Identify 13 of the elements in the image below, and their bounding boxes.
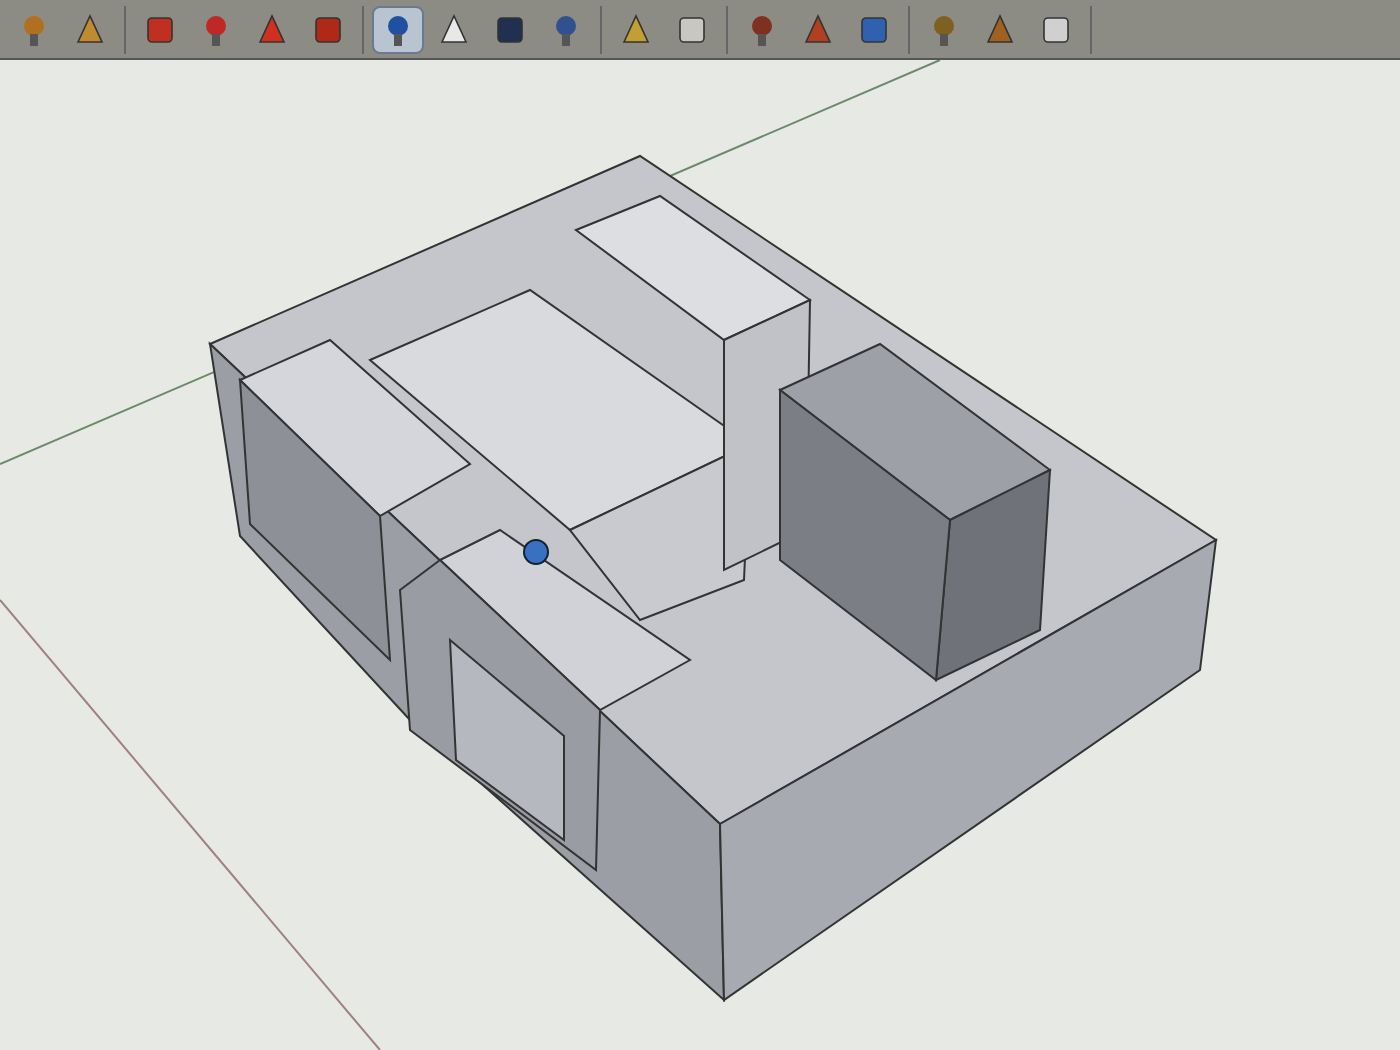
tool-icon (982, 11, 1018, 47)
tool-icon (674, 11, 710, 47)
toolbar-button[interactable] (372, 5, 424, 53)
tool-icon (1038, 11, 1074, 47)
tool-icon (142, 11, 178, 47)
tool-icon (856, 11, 892, 47)
tool-icon (72, 11, 108, 47)
tool-icon (310, 11, 346, 47)
tool-icon (492, 11, 528, 47)
tool-icon (436, 11, 472, 47)
tool-icon (618, 11, 654, 47)
tool-icon (254, 11, 290, 47)
tool-icon (800, 11, 836, 47)
